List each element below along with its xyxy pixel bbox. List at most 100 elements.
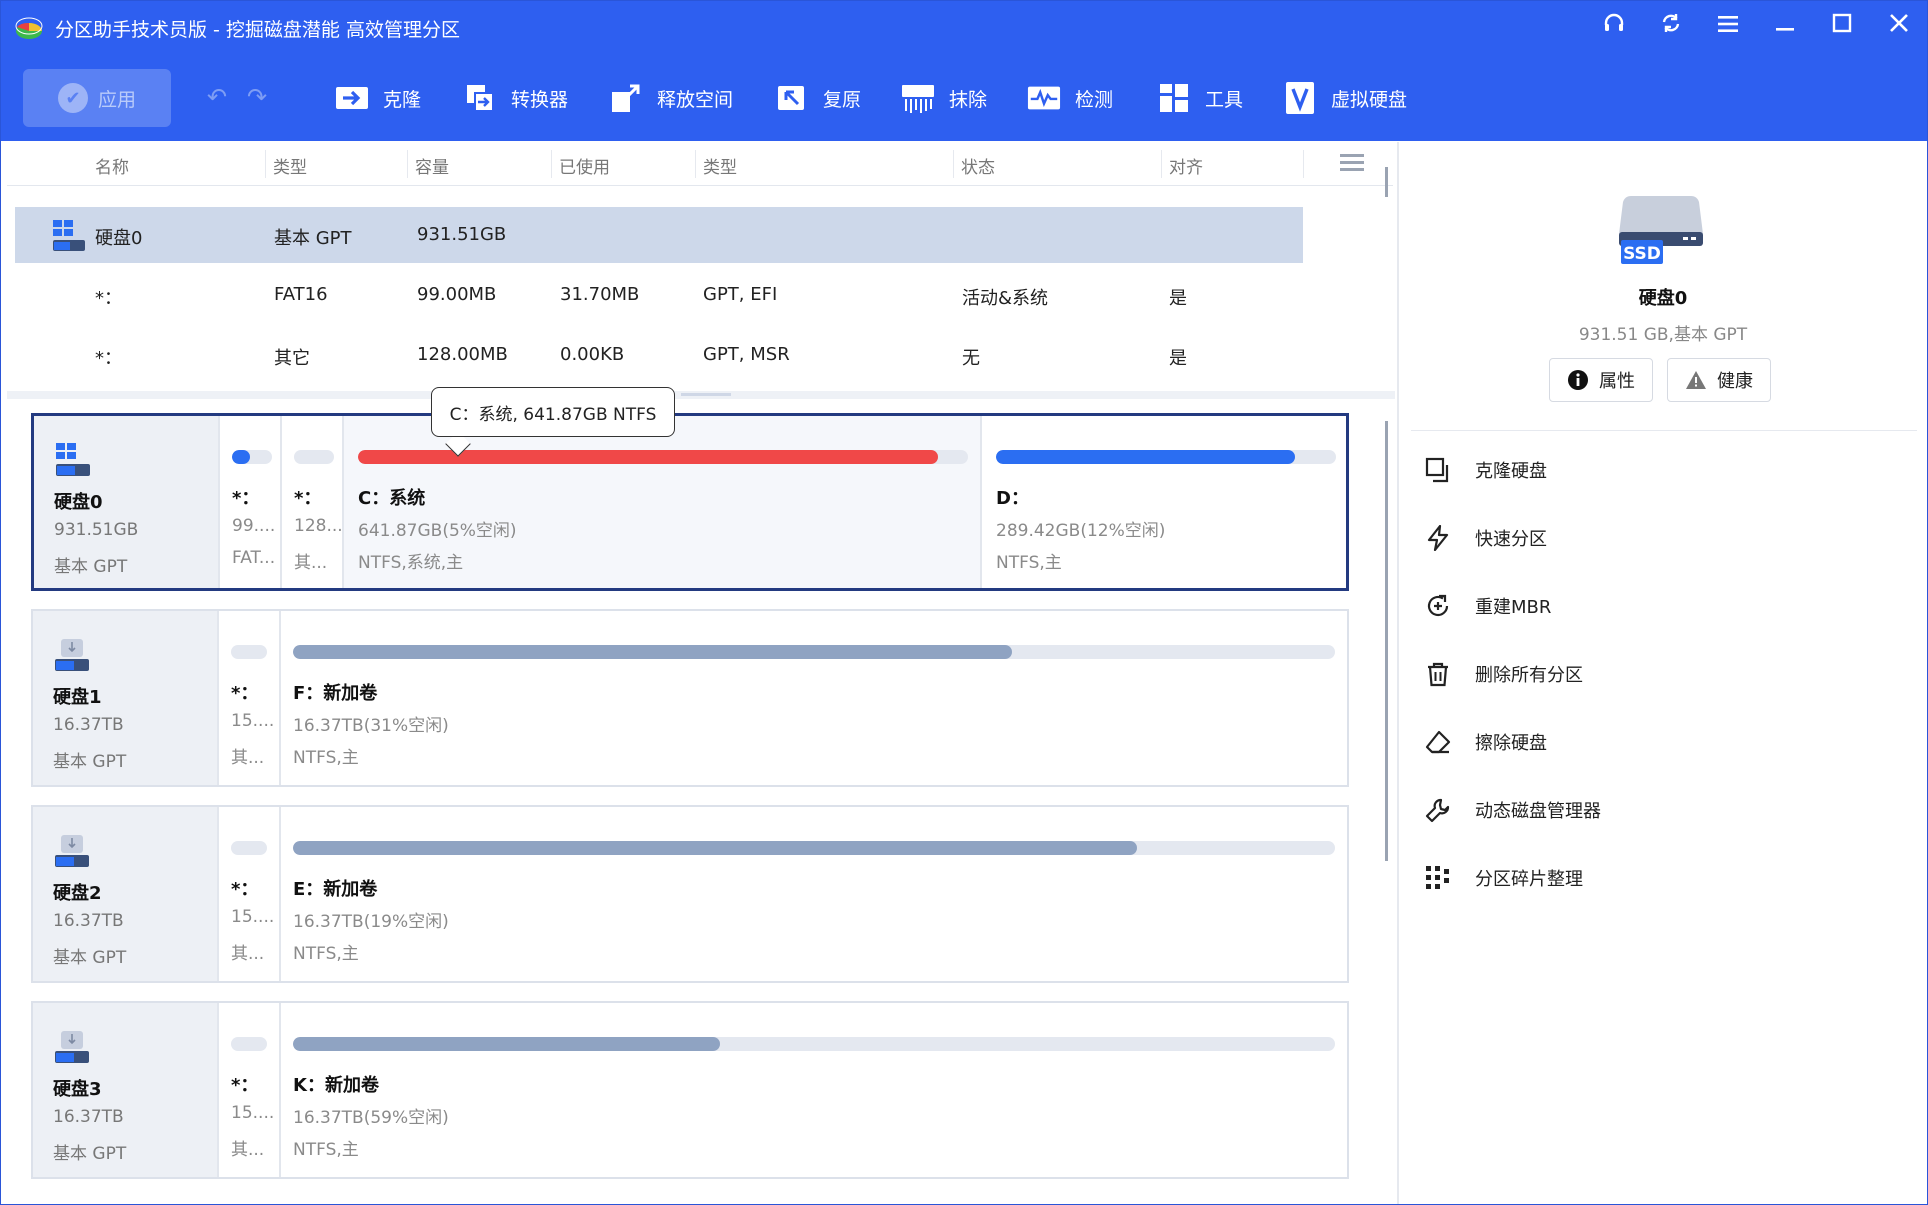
lightning-icon [1423,523,1453,553]
redo-icon[interactable]: ↷ [247,83,267,111]
disk-name: 硬盘2 [53,883,102,904]
column-divider[interactable] [265,150,266,178]
free-space-label: 释放空间 [657,88,734,111]
partition-block-d[interactable]: D： 289.42GB(12%空闲) NTFS,主 [980,416,1346,588]
col-header-capacity[interactable]: 容量 [415,153,449,178]
free-space-icon [609,81,643,115]
usage-bar [232,450,272,464]
disk-info[interactable]: 硬盘0 931.51GB 基本 GPT [34,416,218,588]
column-divider[interactable] [1161,150,1162,178]
close-icon[interactable] [1882,11,1916,45]
partition-name: F：新加卷 [293,683,378,704]
free-space-button[interactable]: 释放空间 [609,79,733,117]
partition-block-k[interactable]: K：新加卷 16.37TB(59%空闲) NTFS,主 [279,1003,1347,1177]
col-header-fs-type[interactable]: 类型 [703,153,737,178]
disk-size: 16.37TB [53,911,124,931]
op-clone-disk[interactable]: 克隆硬盘 [1423,454,1547,486]
column-divider[interactable] [1303,150,1304,178]
health-button[interactable]: 健康 [1667,358,1771,402]
partition-capacity: 16.37TB(59%空闲) [293,1108,449,1128]
partition-fs: NTFS,主 [293,1140,359,1160]
column-settings-icon[interactable] [1339,152,1365,174]
maximize-icon[interactable] [1825,11,1859,45]
clone-button[interactable]: 克隆 [335,79,421,117]
wipe-button[interactable]: 抹除 [901,79,987,117]
apply-button[interactable]: ✔ 应用 [23,69,171,127]
usage-bar [231,645,267,659]
usage-fill [358,450,938,464]
properties-button[interactable]: 属性 [1549,358,1653,402]
restore-icon [775,81,809,115]
column-divider[interactable] [407,150,408,178]
table-row[interactable]: *： 其它 128.00MB 0.00KB GPT, MSR 无 是 [15,327,1303,383]
col-header-align[interactable]: 对齐 [1169,153,1203,178]
horizontal-scrollbar-thumb[interactable] [681,393,731,396]
partition-capacity: 289.42GB(12%空闲) [996,521,1166,541]
disk-size: 16.37TB [53,715,124,735]
row-type: 其它 [274,348,310,369]
usage-bar [293,1037,1335,1051]
disk-card-0[interactable]: 硬盘0 931.51GB 基本 GPT *： 99.... FAT... *： … [31,413,1349,591]
op-rebuild-mbr[interactable]: 重建MBR [1423,590,1551,622]
partition-block[interactable]: *： 15.... 其... [217,1003,279,1177]
column-divider[interactable] [551,150,552,178]
op-quick-partition[interactable]: 快速分区 [1423,522,1547,554]
partition-fs: 其... [231,944,265,964]
disk-info[interactable]: 硬盘2 16.37TB 基本 GPT [33,807,217,981]
partition-name: *： [294,488,322,509]
disk-type: 基本 GPT [53,948,127,968]
partition-capacity: 15.... [231,907,275,927]
partition-block[interactable]: *： 128... 其... [280,416,343,588]
op-delete-all-partitions[interactable]: 删除所有分区 [1423,658,1583,690]
disk-info[interactable]: 硬盘1 16.37TB 基本 GPT [33,611,217,785]
minimize-icon[interactable] [1768,11,1802,45]
partition-name: *： [231,879,259,900]
disk-card-1[interactable]: 硬盘1 16.37TB 基本 GPT *： 15.... 其... F：新加卷 … [31,609,1349,787]
hdd-disk-icon [55,1031,89,1063]
disk-card-3[interactable]: 硬盘3 16.37TB 基本 GPT *： 15.... 其... K：新加卷 … [31,1001,1349,1179]
row-fs-type: GPT, EFI [703,284,778,305]
tools-button[interactable]: 工具 [1157,79,1243,117]
undo-icon[interactable]: ↶ [207,83,227,111]
partition-block[interactable]: *： 15.... 其... [217,611,279,785]
partition-fs: FAT... [232,548,276,568]
partition-name: K：新加卷 [293,1075,379,1096]
right-panel: SSD 硬盘0 931.51 GB,基本 GPT 属性 健康 克隆硬盘 快速分区 [1399,142,1927,1204]
op-wipe-disk[interactable]: 擦除硬盘 [1423,726,1547,758]
column-divider[interactable] [953,150,954,178]
op-defragment[interactable]: 分区碎片整理 [1423,862,1583,894]
disk-card-2[interactable]: 硬盘2 16.37TB 基本 GPT *： 15.... 其... E：新加卷 … [31,805,1349,983]
list-vertical-scrollbar[interactable] [1385,167,1388,197]
op-label: 动态磁盘管理器 [1475,801,1601,822]
disk-info[interactable]: 硬盘3 16.37TB 基本 GPT [33,1003,217,1177]
table-row[interactable]: *： FAT16 99.00MB 31.70MB GPT, EFI 活动&系统 … [15,267,1303,323]
col-header-status[interactable]: 状态 [961,153,995,178]
test-button[interactable]: 检测 [1027,79,1113,117]
virtual-disk-button[interactable]: 虚拟硬盘 [1283,79,1407,117]
partition-block-e[interactable]: E：新加卷 16.37TB(19%空闲) NTFS,主 [279,807,1347,981]
partition-fs: 其... [231,1140,265,1160]
map-vertical-scrollbar[interactable] [1385,421,1388,861]
col-header-type[interactable]: 类型 [273,153,307,178]
column-divider[interactable] [695,150,696,178]
row-fs-type: GPT, MSR [703,344,790,365]
op-dynamic-disk-manager[interactable]: 动态磁盘管理器 [1423,794,1601,826]
partition-block-c[interactable]: C：系统 641.87GB(5%空闲) NTFS,系统,主 [342,416,980,588]
partition-block-f[interactable]: F：新加卷 16.37TB(31%空闲) NTFS,主 [279,611,1347,785]
support-headset-icon[interactable] [1597,11,1631,45]
partition-block[interactable]: *： 99.... FAT... [218,416,280,588]
partition-block[interactable]: *： 15.... 其... [217,807,279,981]
row-name: *： [95,288,122,309]
row-used: 0.00KB [560,344,625,365]
converter-button[interactable]: 转换器 [463,79,568,117]
col-header-used[interactable]: 已使用 [559,153,610,178]
selected-disk-name: 硬盘0 [1638,288,1688,309]
partition-capacity: 641.87GB(5%空闲) [358,521,517,541]
col-header-name[interactable]: 名称 [95,153,129,178]
restore-button[interactable]: 复原 [775,79,861,117]
usage-fill [293,1037,721,1051]
refresh-icon[interactable] [1654,11,1688,45]
menu-icon[interactable] [1711,11,1745,45]
app-logo-icon [15,17,43,39]
table-row[interactable]: 硬盘0 基本 GPT 931.51GB [15,207,1303,263]
